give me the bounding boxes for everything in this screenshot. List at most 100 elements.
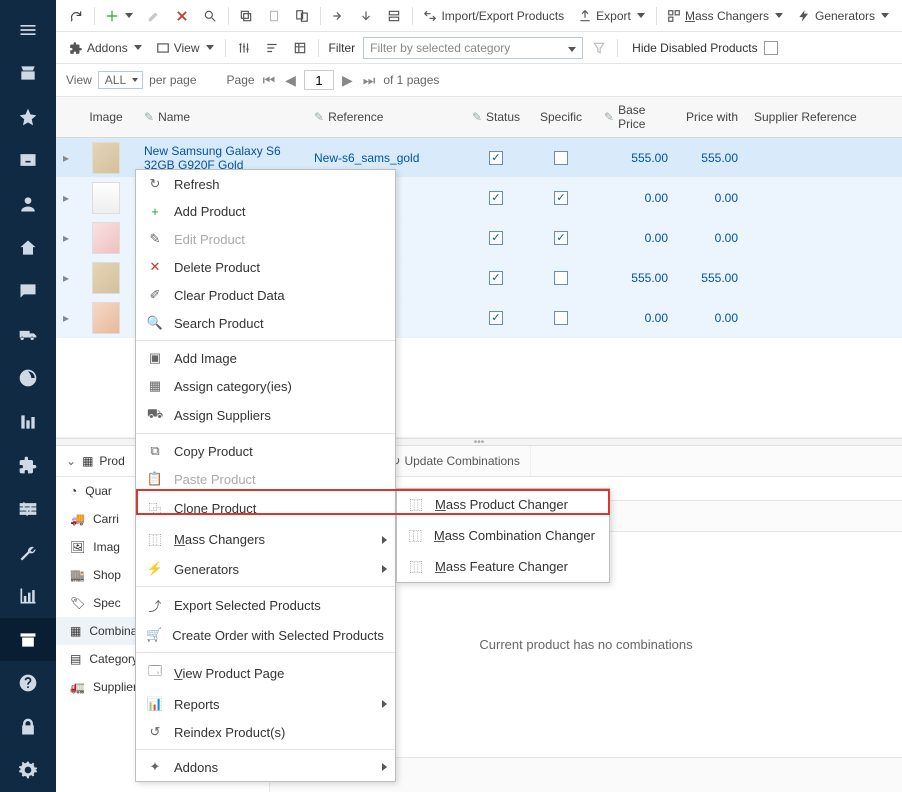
page-last[interactable]: ⏭: [361, 72, 378, 89]
page-next[interactable]: ▶: [340, 72, 355, 89]
tool-d[interactable]: [232, 38, 256, 58]
specific-checkbox[interactable]: ✓: [554, 231, 568, 245]
mass-changers-button[interactable]: Mass Changers: [662, 6, 788, 26]
cell-base[interactable]: 555.00: [596, 138, 676, 177]
page-first[interactable]: ⏮: [261, 72, 278, 89]
page-prev[interactable]: ◀: [283, 72, 298, 89]
clear-filter[interactable]: [587, 38, 611, 58]
menu-item-search-product[interactable]: 🔍Search Product: [136, 309, 395, 337]
menu-item-assign-suppliers[interactable]: ⛟Assign Suppliers: [136, 400, 395, 430]
nav-lock[interactable]: [0, 705, 56, 749]
menu-item-reports[interactable]: 📊Reports: [136, 690, 395, 718]
nav-gear[interactable]: [0, 749, 56, 792]
menu-item-assign-category-ies-[interactable]: ▦Assign category(ies): [136, 372, 395, 400]
expand-toggle[interactable]: ▸: [56, 258, 76, 297]
page-size-select[interactable]: ALL: [98, 71, 143, 89]
tool-a[interactable]: [326, 6, 350, 26]
cell-pricewith[interactable]: 555.00: [676, 258, 746, 297]
menu-item-addons[interactable]: ✦Addons: [136, 753, 395, 781]
status-checkbox[interactable]: ✓: [489, 151, 503, 165]
status-checkbox[interactable]: ✓: [489, 271, 503, 285]
submenu-item-mass-combination-changer[interactable]: ⿲Mass Combination Changer: [397, 520, 609, 551]
col-reference[interactable]: ✎Reference: [306, 97, 466, 137]
clone-button[interactable]: [290, 6, 314, 26]
hide-disabled-checkbox[interactable]: [764, 41, 778, 55]
tool-b[interactable]: [354, 6, 378, 26]
nav-globe[interactable]: [0, 357, 56, 401]
specific-checkbox[interactable]: ✓: [554, 191, 568, 205]
refresh-button[interactable]: [64, 6, 88, 26]
expand-toggle[interactable]: ▸: [56, 138, 76, 177]
nav-truck[interactable]: [0, 313, 56, 357]
detail-tab-update-combinations[interactable]: ↻Update Combinations: [380, 446, 530, 476]
submenu-item-mass-product-changer[interactable]: ⿲Mass Product Changer: [397, 489, 609, 520]
nav-shop[interactable]: [0, 52, 56, 96]
col-image[interactable]: Image: [76, 97, 136, 137]
expand-toggle[interactable]: ▸: [56, 218, 76, 257]
cell-pricewith[interactable]: 0.00: [676, 178, 746, 217]
cell-base[interactable]: 555.00: [596, 258, 676, 297]
specific-checkbox[interactable]: [554, 271, 568, 285]
nav-user[interactable]: [0, 182, 56, 226]
cell-pricewith[interactable]: 0.00: [676, 298, 746, 337]
col-base-price[interactable]: ✎Base Price: [596, 97, 676, 137]
status-checkbox[interactable]: ✓: [489, 231, 503, 245]
copy-button[interactable]: [234, 6, 258, 26]
nav-wrench[interactable]: [0, 531, 56, 575]
menu-item-generators[interactable]: ⚡Generators: [136, 555, 395, 583]
edit-button[interactable]: [142, 6, 166, 26]
nav-archive[interactable]: [0, 618, 56, 662]
expand-toggle[interactable]: ▸: [56, 178, 76, 217]
import-export-button[interactable]: Import/Export Products: [418, 6, 569, 26]
menu-item-add-image[interactable]: ▣Add Image: [136, 344, 395, 372]
add-button[interactable]: [100, 6, 138, 26]
menu-item-copy-product[interactable]: ⧉Copy Product: [136, 437, 395, 465]
nav-chart[interactable]: [0, 400, 56, 444]
nav-home[interactable]: [0, 226, 56, 270]
menu-item-view-product-page[interactable]: 🗔View Product Page: [136, 656, 395, 690]
cell-base[interactable]: 0.00: [596, 298, 676, 337]
status-checkbox[interactable]: ✓: [489, 311, 503, 325]
nav-sliders[interactable]: [0, 487, 56, 531]
nav-puzzle[interactable]: [0, 444, 56, 488]
specific-checkbox[interactable]: [554, 311, 568, 325]
cell-pricewith[interactable]: 555.00: [676, 138, 746, 177]
nav-hamburger[interactable]: [0, 8, 56, 52]
page-input[interactable]: [304, 70, 334, 90]
nav-message[interactable]: [0, 269, 56, 313]
export-button[interactable]: Export: [573, 6, 650, 26]
menu-item-mass-changers[interactable]: ⿲Mass Changers: [136, 524, 395, 555]
nav-help[interactable]: [0, 661, 56, 705]
search-button[interactable]: [198, 6, 222, 26]
col-supplier-ref[interactable]: Supplier Reference: [746, 97, 902, 137]
tool-e[interactable]: [260, 38, 284, 58]
col-specific[interactable]: Specific: [526, 97, 596, 137]
submenu-item-mass-feature-changer[interactable]: ⿲Mass Feature Changer: [397, 551, 609, 582]
nav-star[interactable]: [0, 95, 56, 139]
menu-item-refresh[interactable]: ↻Refresh: [136, 170, 395, 198]
col-name[interactable]: ✎Name: [136, 97, 306, 137]
menu-item-delete-product[interactable]: ✕Delete Product: [136, 253, 395, 281]
nav-inbox[interactable]: [0, 139, 56, 183]
delete-button[interactable]: [170, 6, 194, 26]
menu-item-clear-product-data[interactable]: ✐Clear Product Data: [136, 281, 395, 309]
col-status[interactable]: ✎Status: [466, 97, 526, 137]
expand-toggle[interactable]: ▸: [56, 298, 76, 337]
menu-item-create-order-with-selected-products[interactable]: 🛒Create Order with Selected Products: [136, 621, 395, 649]
hide-disabled-toggle[interactable]: Hide Disabled Products: [632, 41, 777, 55]
menu-item-reindex-product-s-[interactable]: ↺Reindex Product(s): [136, 718, 395, 746]
status-checkbox[interactable]: ✓: [489, 191, 503, 205]
generators-button[interactable]: Generators: [792, 6, 894, 26]
menu-item-export-selected-products[interactable]: ⤴Export Selected Products: [136, 590, 395, 621]
specific-checkbox[interactable]: [554, 151, 568, 165]
menu-item-clone-product[interactable]: ⿻Clone Product: [136, 493, 395, 524]
col-price-with[interactable]: Price with: [676, 97, 746, 137]
cell-base[interactable]: 0.00: [596, 218, 676, 257]
view-button[interactable]: View: [151, 38, 219, 58]
tool-f[interactable]: [288, 38, 312, 58]
addons-button[interactable]: Addons: [64, 38, 147, 58]
cell-pricewith[interactable]: 0.00: [676, 218, 746, 257]
paste-button[interactable]: [262, 6, 286, 26]
menu-item-add-product[interactable]: +Add Product: [136, 198, 395, 225]
cell-base[interactable]: 0.00: [596, 178, 676, 217]
